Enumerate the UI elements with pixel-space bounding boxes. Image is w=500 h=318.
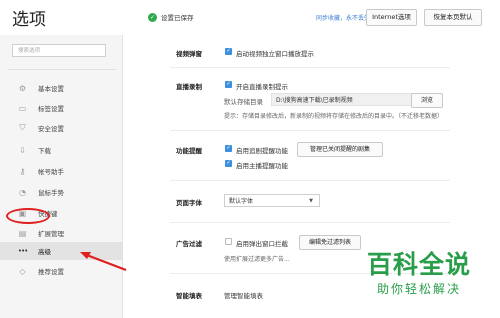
streamer-reminder-checkbox[interactable]: ✓	[225, 160, 232, 167]
font-select-value: 默认字体	[229, 198, 254, 205]
divider	[170, 180, 450, 181]
default-dir-label: 默认存储目录	[224, 98, 263, 106]
live-record-option: 开启直播录制提示	[236, 83, 288, 91]
watermark-logo: 百科全说 助你轻松解决	[344, 250, 494, 310]
manage-reminders-button[interactable]: 管理已关闭提醒的剧集	[297, 142, 383, 157]
streamer-reminder-option: 启用主播提醒功能	[236, 162, 288, 170]
popup-block-checkbox[interactable]	[225, 238, 232, 245]
popup-block-option: 启用弹出窗口拦截	[236, 240, 288, 248]
ad-filter-hint[interactable]: 使用扩展过滤更多广告...	[224, 254, 290, 263]
live-record-hint: 提示：存储目录修改后，新录制的视频将存储在修改后的目录中。（不迁移老数据）	[224, 113, 444, 120]
divider	[170, 222, 450, 223]
watermark-subtitle: 助你轻松解决	[376, 282, 461, 296]
chevron-down-icon: ▼	[309, 198, 313, 204]
divider	[170, 67, 450, 68]
video-popout-label: 视频弹窗	[176, 50, 202, 58]
live-record-checkbox[interactable]: ✓	[225, 81, 232, 88]
browse-button[interactable]: 浏览	[411, 93, 443, 108]
video-popout-checkbox[interactable]: ✓	[225, 48, 232, 55]
smart-fill-label: 智能填表	[176, 292, 202, 300]
watermark-title: 百科全说	[366, 250, 471, 279]
page-font-label: 页面字体	[176, 199, 202, 207]
edit-whitelist-button[interactable]: 编辑免过滤列表	[299, 235, 361, 250]
video-popout-option: 启动视频独立窗口播放提示	[236, 50, 314, 58]
default-dir-field[interactable]: D:\搜狗高速下载\已录制视频	[271, 93, 423, 106]
feature-reminder-label: 功能提醒	[176, 147, 202, 155]
smart-fill-link[interactable]: 管理智能填表	[224, 290, 263, 300]
drama-reminder-option: 启用追剧提醒功能	[236, 147, 288, 155]
font-select[interactable]: 默认字体 ▼	[224, 194, 320, 207]
live-record-label: 直播录制	[176, 83, 202, 91]
ad-filter-label: 广告过滤	[176, 240, 202, 248]
divider	[170, 130, 450, 131]
drama-reminder-checkbox[interactable]: ✓	[225, 145, 232, 152]
